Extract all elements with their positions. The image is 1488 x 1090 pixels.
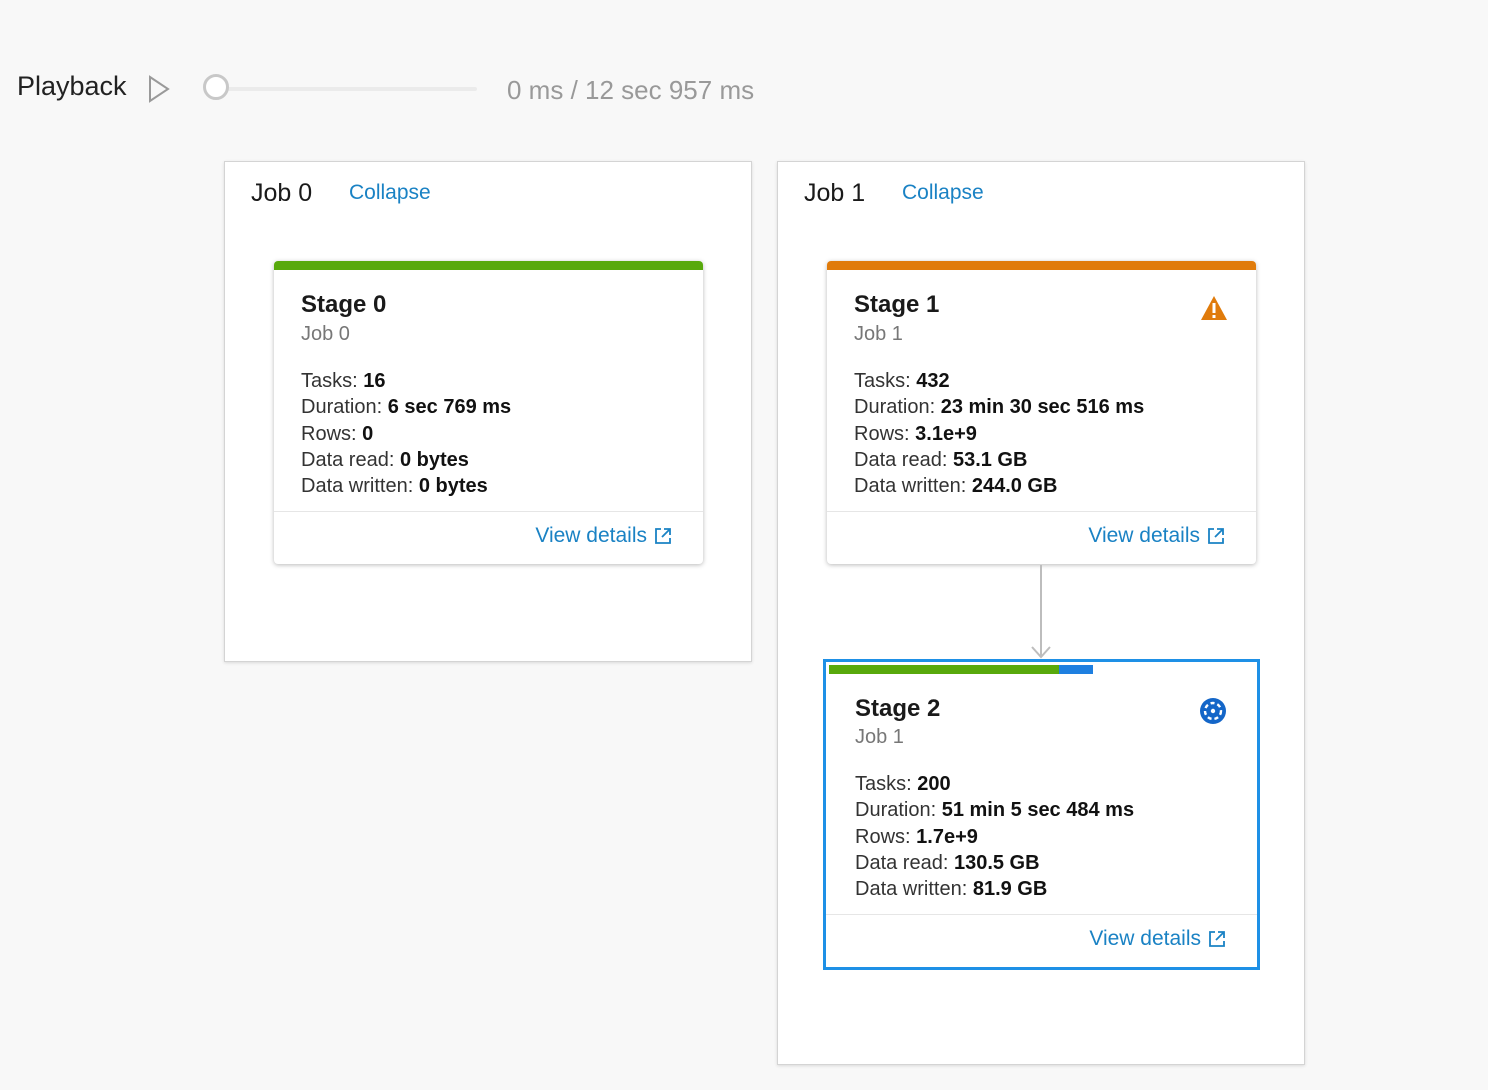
play-icon[interactable] xyxy=(147,74,171,104)
job-panel-0: Job 0 Collapse Stage 0 Job 0 Tasks: 16 D… xyxy=(224,161,752,662)
stat-tasks: Tasks: 200 xyxy=(855,773,951,795)
stat-tasks: Tasks: 16 xyxy=(301,370,386,392)
stat-data-read: Data read: 130.5 GB xyxy=(855,851,1040,874)
stage-stats: Tasks: 432 Duration: 23 min 30 sec 516 m… xyxy=(854,368,1144,499)
view-details-label: View details xyxy=(535,524,647,547)
collapse-link[interactable]: Collapse xyxy=(902,181,984,205)
external-link-icon xyxy=(1208,528,1224,544)
collapse-link[interactable]: Collapse xyxy=(349,181,431,205)
stage-job-label: Job 0 xyxy=(301,323,350,345)
stage-footer: View details xyxy=(827,511,1256,564)
stage-connector-line xyxy=(1040,565,1042,657)
view-details-link[interactable]: View details xyxy=(1089,927,1227,951)
stat-duration: Duration: 6 sec 769 ms xyxy=(301,396,512,419)
stage-title: Stage 1 xyxy=(854,291,940,318)
stat-data-read: Data read: 53.1 GB xyxy=(854,448,1028,471)
stage-card-0[interactable]: Stage 0 Job 0 Tasks: 16 Duration: 6 sec … xyxy=(274,261,703,564)
stage-job-label: Job 1 xyxy=(854,323,903,345)
stage-stats: Tasks: 16 Duration: 6 sec 769 ms Rows: 0… xyxy=(301,368,511,499)
view-details-link[interactable]: View details xyxy=(1088,524,1226,548)
stat-duration: Duration: 51 min 5 sec 484 ms xyxy=(855,799,1135,822)
stage-status-bar xyxy=(827,261,1256,270)
job-title: Job 1 xyxy=(804,179,866,207)
running-icon xyxy=(1200,698,1226,724)
playback-bar: Playback 0 ms / 12 sec 957 ms xyxy=(17,60,917,120)
playback-label: Playback xyxy=(17,71,127,101)
stat-rows: Rows: 1.7e+9 xyxy=(855,825,978,848)
stage-title: Stage 0 xyxy=(301,291,387,318)
view-details-label: View details xyxy=(1088,524,1200,547)
stage-stats: Tasks: 200 Duration: 51 min 5 sec 484 ms… xyxy=(855,771,1134,902)
stat-duration: Duration: 23 min 30 sec 516 ms xyxy=(854,396,1145,419)
arrow-down-icon xyxy=(1031,646,1051,659)
stage-status-bar xyxy=(274,261,703,270)
stat-data-written: Data written: 0 bytes xyxy=(301,475,488,498)
stage-card-2[interactable]: Stage 2 Job 1 Tasks: 200 Duration: 51 mi… xyxy=(823,659,1260,970)
stage-card-1[interactable]: Stage 1 Job 1 Tasks: 432 Duration: 23 mi… xyxy=(827,261,1256,564)
external-link-icon xyxy=(1209,931,1225,947)
stat-tasks: Tasks: 432 xyxy=(854,370,950,392)
slider-track xyxy=(217,87,477,91)
stat-rows: Rows: 0 xyxy=(301,422,374,445)
stage-title: Stage 2 xyxy=(855,695,941,722)
view-details-link[interactable]: View details xyxy=(535,524,673,548)
playback-time: 0 ms / 12 sec 957 ms xyxy=(507,75,755,105)
stage-footer: View details xyxy=(274,511,703,564)
slider-thumb[interactable] xyxy=(203,74,229,100)
stage-job-label: Job 1 xyxy=(855,726,904,748)
external-link-icon xyxy=(655,528,671,544)
stat-data-read: Data read: 0 bytes xyxy=(301,448,469,471)
warning-icon xyxy=(1201,296,1227,320)
stat-rows: Rows: 3.1e+9 xyxy=(854,422,977,445)
job-title: Job 0 xyxy=(251,179,313,207)
playback-slider[interactable] xyxy=(203,74,477,104)
stage-progress-bar xyxy=(1059,665,1093,674)
stage-footer: View details xyxy=(826,914,1257,967)
view-details-label: View details xyxy=(1089,927,1201,950)
stat-data-written: Data written: 244.0 GB xyxy=(854,475,1058,498)
stat-data-written: Data written: 81.9 GB xyxy=(855,878,1048,901)
stage-status-bar xyxy=(829,665,1059,674)
